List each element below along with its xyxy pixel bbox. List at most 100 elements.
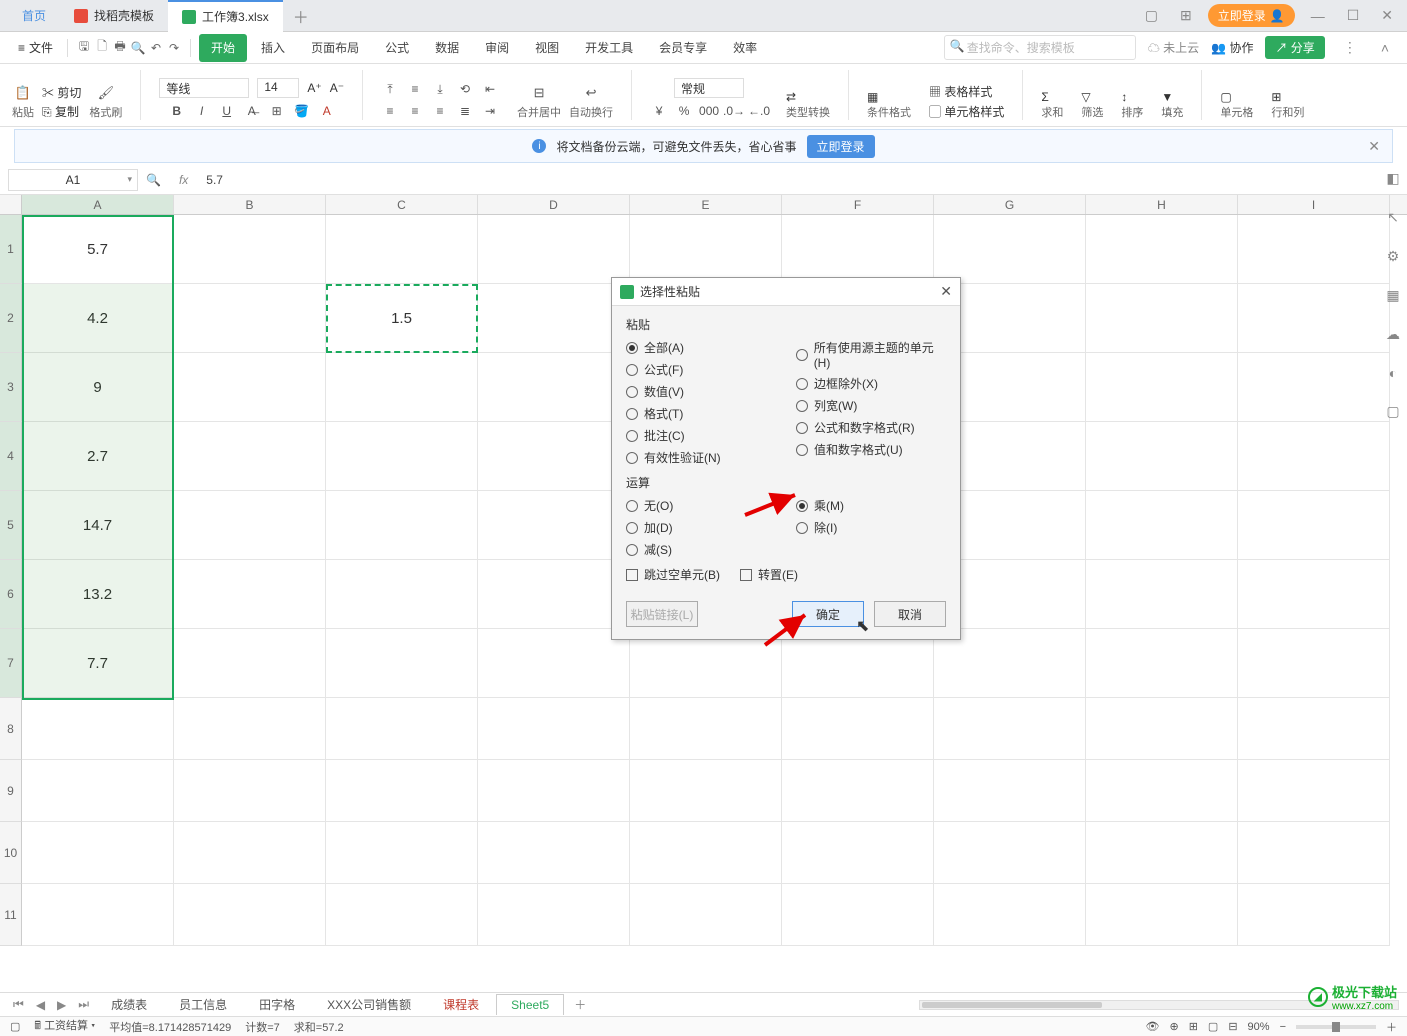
cell-A2[interactable]: 4.2 bbox=[22, 284, 174, 353]
cell-A9[interactable] bbox=[22, 760, 174, 822]
formula-input[interactable]: 5.7 bbox=[198, 173, 1407, 187]
minimize-button[interactable]: — bbox=[1305, 8, 1331, 24]
col-header-i[interactable]: I bbox=[1238, 195, 1390, 214]
radio-op-sub[interactable]: 减(S) bbox=[626, 541, 776, 558]
sheet-nav-prev[interactable]: ◀ bbox=[31, 998, 50, 1012]
cell-I1[interactable] bbox=[1238, 215, 1390, 284]
menu-data[interactable]: 数据 bbox=[423, 34, 471, 62]
preview-icon[interactable]: 🔍 bbox=[130, 40, 146, 56]
row-header-5[interactable]: 5 bbox=[0, 491, 22, 560]
copy-button[interactable]: ⎘ 复制 bbox=[42, 103, 81, 120]
save-icon[interactable]: 🖫 bbox=[76, 40, 92, 56]
radio-op-add[interactable]: 加(D) bbox=[626, 519, 776, 536]
view-page-icon[interactable]: ▢ bbox=[1208, 1020, 1218, 1033]
cell-H10[interactable] bbox=[1086, 822, 1238, 884]
cell-F8[interactable] bbox=[782, 698, 934, 760]
cell-I7[interactable] bbox=[1238, 629, 1390, 698]
cell-D3[interactable] bbox=[478, 353, 630, 422]
cell-style-button[interactable]: ▢ 单元格样式 bbox=[929, 103, 1004, 120]
row-header-7[interactable]: 7 bbox=[0, 629, 22, 698]
status-target-icon[interactable]: ⊕ bbox=[1169, 1020, 1178, 1033]
cell-I5[interactable] bbox=[1238, 491, 1390, 560]
cell-F10[interactable] bbox=[782, 822, 934, 884]
cell-A8[interactable] bbox=[22, 698, 174, 760]
cell-H11[interactable] bbox=[1086, 884, 1238, 946]
side-tool-1[interactable]: ◧ bbox=[1386, 170, 1399, 187]
side-tool-2[interactable]: ↖ bbox=[1387, 209, 1399, 226]
cell-B2[interactable] bbox=[174, 284, 326, 353]
indent-right-icon[interactable]: ⇥ bbox=[481, 102, 499, 120]
cell-B8[interactable] bbox=[174, 698, 326, 760]
menu-vip[interactable]: 会员专享 bbox=[647, 34, 719, 62]
cell-G11[interactable] bbox=[934, 884, 1086, 946]
menu-view[interactable]: 视图 bbox=[523, 34, 571, 62]
radio-paste-noborder[interactable]: 边框除外(X) bbox=[796, 375, 946, 392]
maximize-button[interactable]: ☐ bbox=[1341, 7, 1366, 24]
menu-efficiency[interactable]: 效率 bbox=[721, 34, 769, 62]
sheet-tab-0[interactable]: 成绩表 bbox=[96, 992, 162, 1017]
cell-C7[interactable] bbox=[326, 629, 478, 698]
cell-F9[interactable] bbox=[782, 760, 934, 822]
cell-D7[interactable] bbox=[478, 629, 630, 698]
filter-button[interactable]: ▽筛选 bbox=[1081, 90, 1103, 120]
col-header-f[interactable]: F bbox=[782, 195, 934, 214]
cell-D5[interactable] bbox=[478, 491, 630, 560]
cell-E8[interactable] bbox=[630, 698, 782, 760]
sum-button[interactable]: Σ求和 bbox=[1041, 90, 1063, 120]
cell-H7[interactable] bbox=[1086, 629, 1238, 698]
zoom-in-icon[interactable]: ＋ bbox=[1386, 1019, 1397, 1035]
align-left-icon[interactable]: ≡ bbox=[381, 102, 399, 120]
cell-B11[interactable] bbox=[174, 884, 326, 946]
new-tab-button[interactable]: ＋ bbox=[283, 4, 319, 28]
sheet-tab-3[interactable]: XXX公司销售额 bbox=[312, 992, 426, 1017]
menu-more[interactable]: ⋮ bbox=[1337, 39, 1363, 56]
menu-formula[interactable]: 公式 bbox=[373, 34, 421, 62]
layout-icon[interactable]: ▢ bbox=[1139, 7, 1164, 24]
radio-paste-value-num[interactable]: 值和数字格式(U) bbox=[796, 441, 946, 458]
cell-D8[interactable] bbox=[478, 698, 630, 760]
row-header-9[interactable]: 9 bbox=[0, 760, 22, 822]
cell-E1[interactable] bbox=[630, 215, 782, 284]
tip-close-button[interactable]: ✕ bbox=[1368, 138, 1380, 155]
number-format-select[interactable]: 常规 bbox=[674, 78, 744, 98]
decrease-font-icon[interactable]: A⁻ bbox=[330, 81, 344, 95]
menu-insert[interactable]: 插入 bbox=[249, 34, 297, 62]
cell-button[interactable]: ▢单元格 bbox=[1220, 90, 1253, 120]
cell-E9[interactable] bbox=[630, 760, 782, 822]
cut-button[interactable]: ✂ 剪切 bbox=[42, 84, 81, 101]
sheet-tab-5[interactable]: Sheet5 bbox=[496, 994, 564, 1015]
cell-I6[interactable] bbox=[1238, 560, 1390, 629]
radio-op-mul[interactable]: 乘(M) bbox=[796, 497, 946, 514]
radio-paste-colwidth[interactable]: 列宽(W) bbox=[796, 397, 946, 414]
radio-op-none[interactable]: 无(O) bbox=[626, 497, 776, 514]
col-header-g[interactable]: G bbox=[934, 195, 1086, 214]
cond-format-button[interactable]: ▦条件格式 bbox=[867, 90, 911, 120]
radio-paste-value[interactable]: 数值(V) bbox=[626, 383, 776, 400]
cell-A1[interactable]: 5.7 bbox=[22, 215, 174, 284]
row-header-1[interactable]: 1 bbox=[0, 215, 22, 284]
cell-A3[interactable]: 9 bbox=[22, 353, 174, 422]
tip-login-button[interactable]: 立即登录 bbox=[807, 135, 875, 158]
cell-B7[interactable] bbox=[174, 629, 326, 698]
side-tool-5[interactable]: ☁ bbox=[1386, 326, 1400, 343]
sheet-nav-next[interactable]: ▶ bbox=[52, 998, 71, 1012]
cell-A7[interactable]: 7.7 bbox=[22, 629, 174, 698]
strike-icon[interactable]: A̶ bbox=[243, 102, 261, 120]
comma-icon[interactable]: 000 bbox=[700, 102, 718, 120]
cell-F11[interactable] bbox=[782, 884, 934, 946]
cell-E11[interactable] bbox=[630, 884, 782, 946]
name-box[interactable]: A1 bbox=[8, 169, 138, 191]
cell-D2[interactable] bbox=[478, 284, 630, 353]
cell-C5[interactable] bbox=[326, 491, 478, 560]
cloud-status[interactable]: ☁ 未上云 bbox=[1148, 39, 1199, 56]
app-tab-home[interactable]: 首页 bbox=[8, 0, 60, 32]
cell-G8[interactable] bbox=[934, 698, 1086, 760]
cell-C8[interactable] bbox=[326, 698, 478, 760]
cell-D1[interactable] bbox=[478, 215, 630, 284]
cell-E10[interactable] bbox=[630, 822, 782, 884]
sheet-nav-last[interactable]: ⏭ bbox=[73, 997, 94, 1012]
cell-C3[interactable] bbox=[326, 353, 478, 422]
align-middle-icon[interactable]: ≡ bbox=[406, 80, 424, 98]
app-tab-workbook[interactable]: 工作簿3.xlsx bbox=[168, 0, 283, 32]
cell-G9[interactable] bbox=[934, 760, 1086, 822]
